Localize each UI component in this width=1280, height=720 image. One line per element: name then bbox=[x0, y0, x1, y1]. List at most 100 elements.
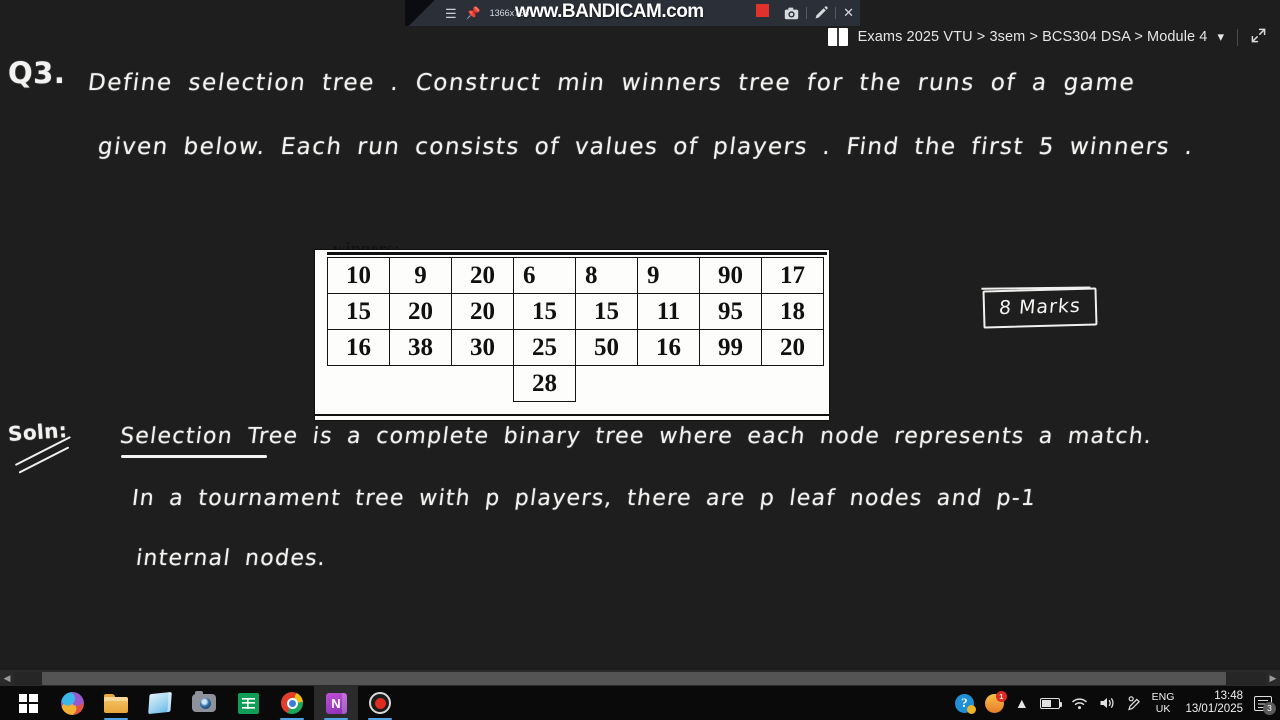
folder-icon bbox=[104, 693, 128, 713]
clock[interactable]: 13:48 13/01/2025 bbox=[1185, 690, 1243, 716]
onenote-icon: N bbox=[325, 692, 347, 714]
table-cell: 9 bbox=[637, 257, 700, 294]
chevron-up-icon[interactable]: ▲ bbox=[1015, 695, 1029, 711]
camera-icon[interactable] bbox=[784, 7, 799, 20]
divider bbox=[1237, 28, 1238, 46]
volume-icon[interactable] bbox=[1099, 696, 1116, 710]
titlebar: Exams 2025 VTU > 3sem > BCS304 DSA > Mod… bbox=[827, 22, 1280, 52]
notification-icon[interactable]: 3 bbox=[1254, 695, 1276, 715]
table-row: 28 bbox=[328, 365, 824, 402]
pen-icon[interactable] bbox=[1127, 695, 1141, 711]
pencil-icon[interactable] bbox=[814, 6, 828, 20]
table-cell: 25 bbox=[513, 329, 576, 366]
table-cell: 20 bbox=[389, 293, 452, 330]
bandicam-watermark: www.BANDICAM.com bbox=[515, 1, 704, 22]
warning-icon[interactable]: 1 bbox=[984, 690, 1007, 713]
taskbar-item-bandicam[interactable] bbox=[358, 686, 402, 720]
table-cell: 99 bbox=[699, 329, 762, 366]
taskbar-items: N bbox=[0, 686, 402, 720]
table-row: 10 9 20 6 8 9 90 17 bbox=[327, 257, 824, 294]
scan-top-rule bbox=[327, 252, 827, 255]
divider bbox=[835, 7, 837, 19]
table-cell: 20 bbox=[761, 329, 824, 366]
chevron-down-icon[interactable]: ▾ bbox=[1217, 29, 1224, 45]
scrollbar-track[interactable] bbox=[14, 672, 1266, 685]
language-primary: ENG bbox=[1151, 691, 1175, 703]
bandicam-watermark-accent bbox=[756, 4, 769, 17]
taskbar-item-chrome[interactable] bbox=[270, 686, 314, 720]
taskbar-item-sheets[interactable] bbox=[226, 686, 270, 720]
clock-time: 13:48 bbox=[1214, 690, 1243, 702]
help-icon[interactable]: ? bbox=[954, 693, 974, 713]
scan-bottom-rule bbox=[315, 413, 829, 416]
table-cell bbox=[390, 366, 452, 402]
table-cell: 8 bbox=[575, 257, 638, 294]
scanned-table-image: winners: 10 9 20 6 8 9 90 17 15 20 20 15 15 11 95 18 16 3… bbox=[315, 239, 829, 420]
store-icon bbox=[148, 691, 172, 715]
table-cell: 30 bbox=[451, 329, 514, 366]
taskbar-item-start-button[interactable] bbox=[6, 686, 50, 720]
taskbar-item-copilot[interactable] bbox=[50, 686, 94, 720]
battery-icon[interactable] bbox=[1039, 697, 1063, 709]
table-cell: 11 bbox=[637, 293, 700, 330]
language-secondary: UK bbox=[1155, 703, 1171, 715]
table-cell bbox=[328, 366, 390, 402]
table-cell: 90 bbox=[699, 257, 762, 294]
scan-caption-clipped: winners: bbox=[333, 239, 401, 250]
marks-annotation-box: 8 Marks bbox=[982, 287, 1098, 329]
taskbar-item-camera[interactable] bbox=[182, 686, 226, 720]
table-cell: 20 bbox=[451, 257, 514, 294]
table-cell bbox=[762, 366, 824, 402]
taskbar-item-microsoft-store[interactable] bbox=[138, 686, 182, 720]
windows-logo-icon bbox=[18, 693, 38, 713]
solution-text-line-1: Selection Tree is a complete binary tree… bbox=[118, 424, 1154, 449]
onenote-window: ☰ 📌 1366x768 www.BANDICAM.com ✕ Exams 20… bbox=[0, 0, 1280, 720]
table-cell: 15 bbox=[327, 293, 390, 330]
taskbar-item-onenote[interactable]: N bbox=[314, 686, 358, 720]
breadcrumb[interactable]: Exams 2025 VTU > 3sem > BCS304 DSA > Mod… bbox=[858, 29, 1208, 45]
table-cell: 9 bbox=[389, 257, 452, 294]
table-cell: 15 bbox=[575, 293, 638, 330]
record-icon bbox=[369, 692, 391, 714]
taskbar-item-file-explorer[interactable] bbox=[94, 686, 138, 720]
windows-taskbar: N ? 1 ▲ ENG UK 13:48 13/01/2025 3 bbox=[0, 686, 1280, 720]
language-indicator[interactable]: ENG UK bbox=[1152, 691, 1175, 715]
table-cell: 6 bbox=[513, 257, 576, 294]
spreadsheet-icon bbox=[237, 692, 259, 714]
horizontal-scrollbar[interactable]: ◀ ▶ bbox=[0, 670, 1280, 687]
table-row: 15 20 20 15 15 11 95 18 bbox=[327, 293, 824, 330]
warning-badge: 1 bbox=[995, 690, 1007, 702]
close-icon[interactable]: ✕ bbox=[843, 5, 854, 21]
solution-text-line-3: internal nodes. bbox=[134, 546, 328, 571]
bandicam-overlay-bar: ☰ 📌 1366x768 www.BANDICAM.com ✕ bbox=[405, 0, 860, 26]
table-cell: 15 bbox=[513, 293, 576, 330]
table-cell bbox=[700, 366, 762, 402]
bandicam-corner-decoration bbox=[405, 0, 439, 26]
term-underline bbox=[121, 455, 267, 458]
table-cell: 17 bbox=[761, 257, 824, 294]
table-cell: 28 bbox=[513, 365, 576, 402]
runs-table: 10 9 20 6 8 9 90 17 15 20 20 15 15 11 95 18 16 38 30 25 50 16… bbox=[327, 257, 824, 402]
notebook-icon bbox=[827, 28, 848, 46]
table-cell bbox=[576, 366, 638, 402]
table-cell: 10 bbox=[327, 257, 390, 294]
question-label: Q3. bbox=[8, 56, 66, 90]
chevron-left-icon[interactable]: ◀ bbox=[0, 670, 14, 687]
wifi-icon[interactable] bbox=[1071, 696, 1088, 710]
table-row: 16 38 30 25 50 16 99 20 bbox=[327, 329, 824, 366]
expand-arrows-icon[interactable] bbox=[1251, 28, 1266, 47]
camera-icon bbox=[192, 691, 216, 712]
clock-date: 13/01/2025 bbox=[1185, 703, 1243, 715]
scrollbar-thumb[interactable] bbox=[42, 672, 1226, 685]
solution-text-line-2: In a tournament tree with p players, the… bbox=[130, 486, 1038, 511]
question-text-line-1: Define selection tree . Construct min wi… bbox=[86, 70, 1137, 96]
pin-icon[interactable]: 📌 bbox=[466, 7, 481, 19]
marks-label: 8 Marks bbox=[998, 294, 1082, 320]
table-cell: 18 bbox=[761, 293, 824, 330]
table-cell: 95 bbox=[699, 293, 762, 330]
notification-badge: 3 bbox=[1263, 701, 1276, 715]
chevron-right-icon[interactable]: ▶ bbox=[1266, 670, 1280, 687]
hamburger-menu-icon[interactable]: ☰ bbox=[445, 7, 457, 20]
note-canvas[interactable]: Q3. Define selection tree . Construct mi… bbox=[0, 52, 1280, 660]
system-tray: ? 1 ▲ ENG UK 13:48 13/01/2025 3 bbox=[954, 690, 1280, 716]
